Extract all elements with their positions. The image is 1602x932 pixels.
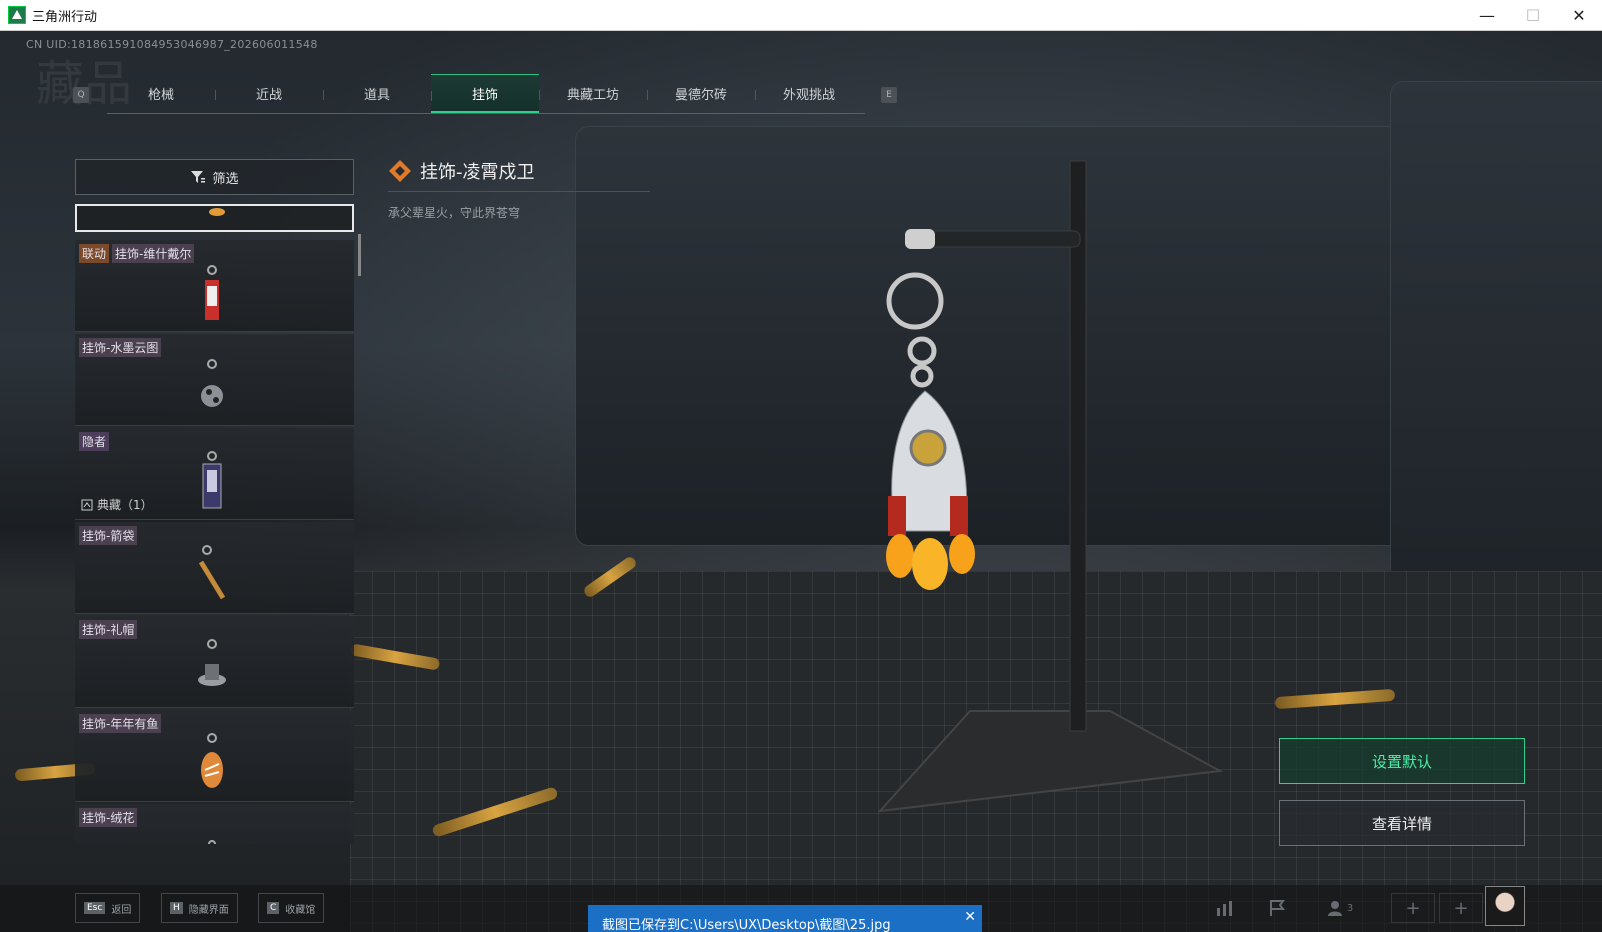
flag-icon[interactable] xyxy=(1255,893,1299,923)
filter-label: 筛选 xyxy=(212,171,239,187)
tab-appearance-challenge[interactable]: 外观挑战 xyxy=(755,74,863,113)
rocket-pendant-image xyxy=(886,272,975,590)
maximize-button[interactable]: ☐ xyxy=(1510,0,1556,31)
item-detail-title: 挂饰-凌霄戍卫 xyxy=(420,162,535,183)
friends-count: 3 xyxy=(1346,902,1354,914)
list-item[interactable]: 挂饰-年年有鱼 xyxy=(75,710,354,802)
item-thumbnail xyxy=(198,639,226,686)
tab-melee[interactable]: 近战 xyxy=(215,74,323,113)
list-item[interactable]: 挂饰-水墨云图 xyxy=(75,334,354,426)
collection-hall-hint[interactable]: C 收藏馆 xyxy=(258,893,325,923)
prev-tab-key-hint[interactable]: Q xyxy=(73,87,89,103)
item-name: 挂饰-维什戴尔 xyxy=(112,244,195,263)
tab-mandel-brick[interactable]: 曼德尔砖 xyxy=(647,74,755,113)
filter-button[interactable]: 筛选 xyxy=(75,159,354,195)
detail-divider xyxy=(388,191,650,192)
hide-ui-hint[interactable]: H 隐藏界面 xyxy=(161,893,238,923)
item-thumbnail xyxy=(198,545,226,600)
stats-icon[interactable] xyxy=(1203,893,1247,923)
item-thumbnail xyxy=(208,840,216,844)
filter-icon xyxy=(191,171,206,183)
tab-firearms[interactable]: 枪械 xyxy=(107,74,215,113)
minimize-button[interactable]: — xyxy=(1464,0,1510,31)
item-tag-collab: 联动 xyxy=(79,244,110,263)
diamond-rarity-icon xyxy=(389,160,411,182)
hide-ui-hint-label: 隐藏界面 xyxy=(188,904,229,916)
tab-items[interactable]: 道具 xyxy=(323,74,431,113)
back-hint-label: 返回 xyxy=(111,904,132,916)
item-thumbnail xyxy=(205,265,219,320)
avatar[interactable] xyxy=(1485,886,1525,926)
window-titlebar: 三角洲行动 — ☐ ✕ xyxy=(0,0,1602,31)
pendant-list: 联动 挂饰-维什戴尔 挂饰-水墨云图 隐者 典藏（1） 挂饰-箭袋 挂饰-礼帽 挂… xyxy=(75,204,354,844)
window-title: 三角洲行动 xyxy=(32,9,98,25)
c-key-icon: C xyxy=(267,902,280,914)
app-logo-icon xyxy=(8,6,26,24)
list-item[interactable]: 挂饰-礼帽 xyxy=(75,616,354,708)
list-scrollbar[interactable] xyxy=(358,234,361,276)
collection-hall-hint-label: 收藏馆 xyxy=(285,904,316,916)
item-detail-description: 承父辈星火，守此界苍穹 xyxy=(388,206,521,220)
item-thumbnail xyxy=(202,451,222,509)
item-collection-count: 典藏（1） xyxy=(97,498,153,512)
category-tabs: 枪械 近战 道具 挂饰 典藏工坊 曼德尔砖 外观挑战 xyxy=(107,74,865,114)
tab-pendants[interactable]: 挂饰 xyxy=(431,74,539,113)
add-slot-button[interactable]: + xyxy=(1439,893,1483,923)
toast-text: 截图已保存到C:\Users\UX\Desktop\截图\25.jpg xyxy=(602,918,891,932)
item-detail-header: 挂饰-凌霄戍卫 xyxy=(388,158,535,184)
item-thumbnail xyxy=(201,733,223,788)
list-item[interactable]: 挂饰-绒花 xyxy=(75,804,354,844)
friends-icon[interactable]: 3 xyxy=(1315,893,1365,923)
back-hint[interactable]: Esc 返回 xyxy=(75,893,141,923)
screenshot-saved-toast: 截图已保存到C:\Users\UX\Desktop\截图\25.jpg ✕ xyxy=(588,905,982,932)
add-slot-button[interactable]: + xyxy=(1391,893,1435,923)
next-tab-key-hint[interactable]: E xyxy=(881,87,897,103)
list-item[interactable]: 挂饰-箭袋 xyxy=(75,522,354,614)
list-item-selected[interactable] xyxy=(75,204,354,232)
close-icon[interactable]: ✕ xyxy=(964,909,976,925)
item-name: 挂饰-绒花 xyxy=(79,808,138,827)
tab-collection-workshop[interactable]: 典藏工坊 xyxy=(539,74,647,113)
close-window-button[interactable]: ✕ xyxy=(1556,0,1602,31)
list-item[interactable]: 隐者 典藏（1） xyxy=(75,428,354,520)
view-details-button[interactable]: 查看详情 xyxy=(1279,800,1525,846)
esc-key-icon: Esc xyxy=(84,902,106,914)
item-name: 隐者 xyxy=(79,432,110,451)
set-default-button[interactable]: 设置默认 xyxy=(1279,738,1525,784)
item-name: 挂饰-水墨云图 xyxy=(79,338,162,357)
item-name: 挂饰-箭袋 xyxy=(79,526,138,545)
collection-icon xyxy=(81,499,93,510)
item-name: 挂饰-年年有鱼 xyxy=(79,714,162,733)
list-item[interactable]: 联动 挂饰-维什戴尔 xyxy=(75,240,354,332)
item-thumbnail xyxy=(209,208,225,216)
item-name: 挂饰-礼帽 xyxy=(79,620,138,639)
h-key-icon: H xyxy=(170,902,183,914)
item-thumbnail xyxy=(201,359,223,407)
